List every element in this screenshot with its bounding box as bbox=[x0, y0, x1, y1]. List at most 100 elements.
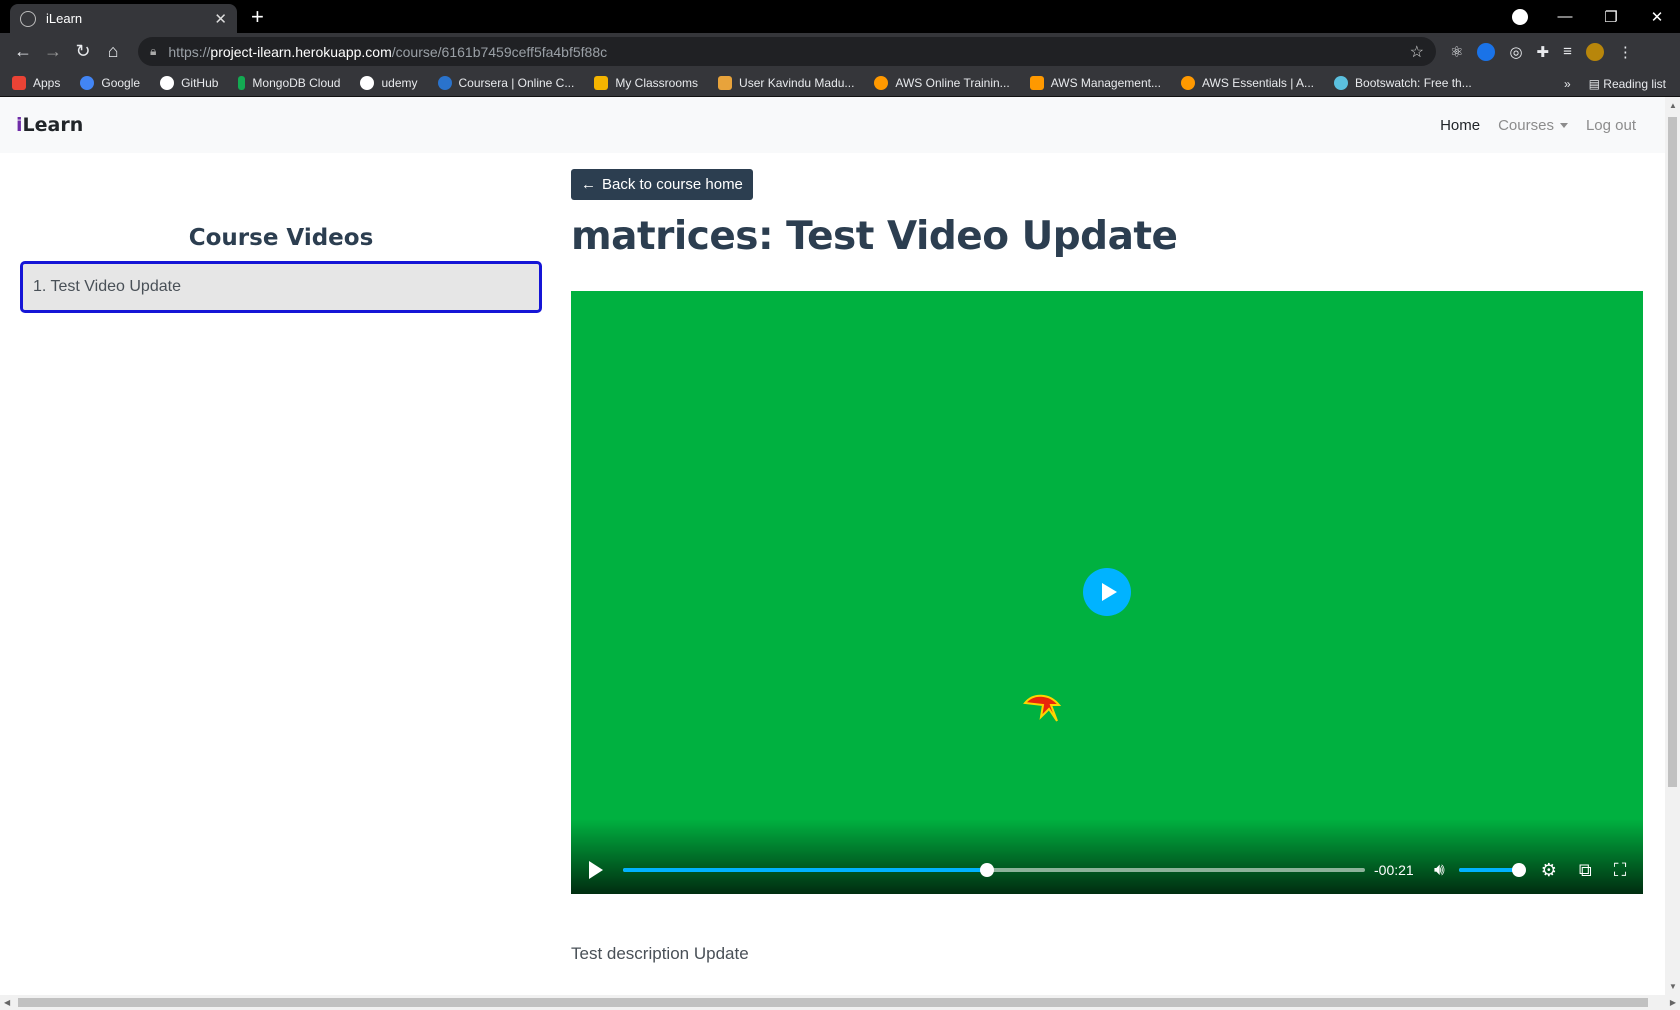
vertical-scroll-thumb[interactable] bbox=[1668, 117, 1677, 787]
back-to-course-button[interactable]: ← Back to course home bbox=[571, 169, 753, 200]
sidebar-title: Course Videos bbox=[188, 225, 374, 251]
nav-home[interactable]: Home bbox=[1440, 117, 1480, 134]
minimize-icon[interactable]: — bbox=[1542, 8, 1588, 25]
bootswatch-icon bbox=[1334, 76, 1349, 90]
progress-fill bbox=[623, 868, 987, 872]
aws-cloud-icon bbox=[1180, 76, 1195, 90]
url-path: /course/6161b7459ceff5fa4bf5f88c bbox=[391, 43, 608, 60]
extension-icon[interactable] bbox=[1477, 42, 1496, 61]
settings-gear-icon[interactable]: ⚙ bbox=[1541, 860, 1557, 881]
video-description: Test description Update bbox=[571, 944, 749, 963]
mongodb-leaf-icon bbox=[238, 76, 246, 90]
page-viewport: iLearn Home Courses Log out Course Video… bbox=[0, 97, 1680, 1010]
restore-icon[interactable]: ❐ bbox=[1588, 8, 1634, 26]
browser-tab[interactable]: iLearn ✕ bbox=[10, 4, 237, 33]
bookmark-label: Bootswatch: Free th... bbox=[1355, 76, 1472, 90]
apps-grid-icon bbox=[12, 76, 26, 90]
window-controls: — ❐ ✕ bbox=[1512, 0, 1680, 33]
back-button-label: Back to course home bbox=[602, 176, 743, 193]
reading-list[interactable]: ▤ Reading list bbox=[1589, 77, 1666, 91]
new-tab-button[interactable]: + bbox=[251, 4, 264, 30]
nav-logout[interactable]: Log out bbox=[1586, 117, 1636, 134]
volume-thumb[interactable] bbox=[1511, 863, 1526, 877]
bookmark-github[interactable]: GitHub bbox=[160, 76, 218, 90]
address-bar[interactable]: 🔒︎ https://project-ilearn.herokuapp.com/… bbox=[138, 37, 1436, 66]
arrow-left-icon: ← bbox=[581, 176, 596, 193]
bookmark-aws-essentials[interactable]: AWS Essentials | A... bbox=[1180, 76, 1315, 90]
bookmark-google[interactable]: Google bbox=[80, 76, 140, 90]
bookmark-bootswatch[interactable]: Bootswatch: Free th... bbox=[1334, 76, 1472, 90]
bookmark-aws-training[interactable]: AWS Online Trainin... bbox=[874, 76, 1010, 90]
fullscreen-icon[interactable]: ⛶ bbox=[1614, 860, 1627, 881]
avatar[interactable] bbox=[1585, 42, 1604, 61]
progress-bar[interactable] bbox=[623, 863, 1365, 877]
close-window-icon[interactable]: ✕ bbox=[1634, 8, 1680, 26]
volume-icon[interactable]: 🔊︎ bbox=[1434, 860, 1445, 880]
scroll-up-icon[interactable]: ▲ bbox=[1669, 101, 1677, 110]
home-icon[interactable]: ⌂ bbox=[98, 41, 128, 62]
horizontal-scrollbar[interactable]: ◀ ▶ bbox=[0, 995, 1680, 1010]
bookmark-label: AWS Essentials | A... bbox=[1201, 76, 1315, 90]
media-icon[interactable]: ≡ bbox=[1563, 43, 1572, 60]
google-icon bbox=[80, 76, 95, 90]
puzzle-icon[interactable]: ✚ bbox=[1537, 43, 1550, 61]
video-title: matrices: Test Video Update bbox=[571, 214, 1178, 259]
bookmark-mongodb[interactable]: MongoDB Cloud bbox=[238, 76, 340, 90]
bookmark-star-icon[interactable]: ☆ bbox=[1410, 42, 1424, 62]
back-arrow-icon[interactable]: ← bbox=[8, 41, 38, 62]
video-list-item[interactable]: 1. Test Video Update bbox=[20, 261, 542, 313]
bookmark-label: Apps bbox=[33, 76, 61, 90]
bookmark-label: GitHub bbox=[181, 76, 219, 90]
bookmark-apps[interactable]: Apps bbox=[12, 76, 60, 90]
volume-slider[interactable] bbox=[1458, 863, 1526, 877]
brand-logo[interactable]: iLearn bbox=[16, 114, 83, 136]
nav-courses-dropdown[interactable]: Courses bbox=[1498, 117, 1568, 134]
time-remaining: -00:21 bbox=[1374, 862, 1414, 878]
react-devtools-icon[interactable]: ⚛ bbox=[1450, 43, 1463, 61]
scroll-left-icon[interactable]: ◀ bbox=[4, 998, 10, 1007]
grid-icon bbox=[718, 76, 733, 90]
lock-icon: 🔒︎ bbox=[150, 44, 157, 58]
progress-thumb[interactable] bbox=[979, 863, 994, 877]
popout-icon[interactable]: ⧉ bbox=[1579, 860, 1592, 881]
udemy-icon bbox=[360, 76, 375, 90]
bookmark-coursera[interactable]: Coursera | Online C... bbox=[437, 76, 575, 90]
site-navbar: iLearn Home Courses Log out bbox=[0, 97, 1680, 153]
horizontal-scroll-thumb[interactable] bbox=[18, 998, 1648, 1007]
menu-dots-icon[interactable]: ⋮ bbox=[1618, 43, 1633, 61]
caret-down-icon bbox=[1559, 123, 1568, 129]
bookmark-classrooms[interactable]: My Classrooms bbox=[594, 76, 698, 90]
scroll-down-icon[interactable]: ▼ bbox=[1669, 982, 1677, 991]
target-icon[interactable]: ◎ bbox=[1509, 43, 1522, 61]
more-bookmarks-icon[interactable]: » bbox=[1564, 77, 1571, 91]
player-controls: -00:21 🔊︎ ⚙ ⧉ ⛶ bbox=[571, 819, 1643, 894]
video-player[interactable]: -00:21 🔊︎ ⚙ ⧉ ⛶ bbox=[571, 291, 1643, 894]
play-icon[interactable] bbox=[589, 861, 603, 879]
bookmark-label: My Classrooms bbox=[615, 76, 699, 90]
course-sidebar: Course Videos 1. Test Video Update bbox=[20, 169, 542, 313]
forward-arrow-icon[interactable]: → bbox=[38, 41, 68, 62]
vertical-scrollbar[interactable]: ▲ ▼ bbox=[1665, 97, 1680, 995]
aws-cloud-icon bbox=[874, 76, 889, 90]
bookmark-label: User Kavindu Madu... bbox=[739, 76, 855, 90]
bookmark-label: AWS Online Trainin... bbox=[895, 76, 1010, 90]
scroll-right-icon[interactable]: ▶ bbox=[1670, 998, 1676, 1007]
cursor-icon bbox=[1023, 694, 1062, 722]
bookmark-label: udemy bbox=[381, 76, 418, 90]
browser-toolbar: ← → ↻ ⌂ 🔒︎ https://project-ilearn.heroku… bbox=[0, 33, 1680, 70]
bookmark-udemy[interactable]: udemy bbox=[360, 76, 418, 90]
reload-icon[interactable]: ↻ bbox=[68, 41, 98, 62]
box-icon bbox=[594, 76, 609, 90]
bookmark-aws-management[interactable]: AWS Management... bbox=[1029, 76, 1161, 90]
bookmark-label: Coursera | Online C... bbox=[458, 76, 575, 90]
extensions-area: ⚛ ◎ ✚ ≡ ⋮ bbox=[1450, 42, 1633, 61]
bookmark-user[interactable]: User Kavindu Madu... bbox=[718, 76, 854, 90]
nav-links: Home Courses Log out bbox=[1440, 117, 1636, 134]
globe-icon bbox=[20, 10, 36, 27]
play-overlay-button[interactable] bbox=[1083, 568, 1131, 616]
tab-search-icon[interactable] bbox=[1512, 8, 1528, 25]
close-tab-icon[interactable]: ✕ bbox=[214, 10, 227, 28]
url-text: https://project-ilearn.herokuapp.com/cou… bbox=[168, 44, 1409, 60]
bookmarks-bar: Apps Google GitHub MongoDB Cloud udemy C… bbox=[0, 70, 1680, 97]
tab-title: iLearn bbox=[46, 11, 83, 26]
